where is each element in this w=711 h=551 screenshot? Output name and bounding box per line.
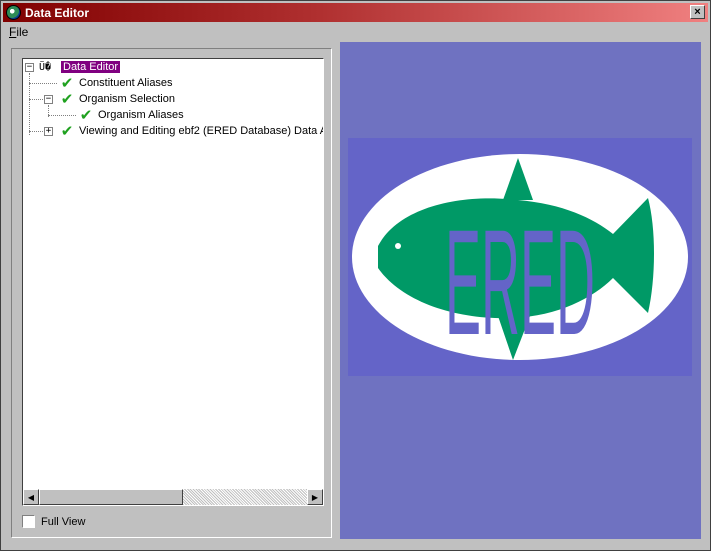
scroll-left-icon[interactable]: ◀	[23, 489, 39, 505]
viewing-editing-expander[interactable]: +	[44, 127, 53, 136]
ered-logo-graphic: ERED	[352, 154, 688, 366]
checkmark-icon: ✔	[60, 89, 74, 108]
ered-logo: ERED	[348, 138, 692, 376]
tree-node-organism-aliases[interactable]: ✔ Organism Aliases	[78, 107, 186, 123]
full-view-option[interactable]: Full View	[22, 515, 85, 528]
scroll-right-icon[interactable]: ▶	[307, 489, 323, 505]
logo-text: ERED	[445, 198, 595, 366]
menu-file[interactable]: File	[3, 25, 34, 39]
pencil-icon: Ü�	[39, 61, 52, 73]
title-bar[interactable]: Data Editor ×	[3, 3, 708, 22]
tree-node-label: Data Editor	[61, 61, 121, 73]
tree-node-label: Viewing and Editing ebf2 (ERED Database)…	[79, 125, 324, 137]
tree-node-label: Organism Selection	[79, 93, 175, 105]
tree-node-label: Constituent Aliases	[79, 77, 173, 89]
tree-view[interactable]: − Ü� Data Editor ✔ Constituent Aliases −…	[22, 58, 324, 506]
horizontal-scrollbar[interactable]: ◀ ▶	[23, 489, 323, 505]
tree-node-root[interactable]: Ü� Data Editor	[39, 59, 121, 75]
checkmark-icon: ✔	[60, 121, 74, 140]
checkmark-icon: ✔	[79, 105, 93, 124]
tree-node-label: Organism Aliases	[98, 109, 184, 121]
tree-connector	[29, 83, 57, 84]
checkmark-icon: ✔	[60, 73, 74, 92]
window-title: Data Editor	[25, 5, 90, 20]
close-button[interactable]: ×	[690, 5, 705, 19]
menu-bar: File	[3, 23, 708, 41]
menu-file-label: ile	[16, 25, 29, 39]
tree-node-constituent-aliases[interactable]: ✔ Constituent Aliases	[59, 75, 175, 91]
tree-node-organism-selection[interactable]: ✔ Organism Selection	[59, 91, 177, 107]
full-view-label: Full View	[41, 515, 86, 528]
full-view-checkbox[interactable]	[22, 515, 35, 528]
tree-node-viewing-editing[interactable]: ✔ Viewing and Editing ebf2 (ERED Databas…	[59, 121, 324, 140]
image-preview-panel: ERED	[340, 42, 701, 539]
fish-eye-icon	[395, 243, 401, 249]
tree-connector	[29, 99, 45, 100]
data-editor-window: Data Editor × File − Ü� Data Editor ✔ Co…	[0, 0, 711, 551]
root-expander[interactable]: −	[25, 63, 34, 72]
tree-connector	[29, 131, 45, 132]
organism-selection-expander[interactable]: −	[44, 95, 53, 104]
tree-content: − Ü� Data Editor ✔ Constituent Aliases −…	[23, 59, 323, 489]
app-icon	[6, 5, 21, 20]
left-panel: − Ü� Data Editor ✔ Constituent Aliases −…	[11, 48, 332, 538]
tree-connector	[48, 115, 76, 116]
scroll-thumb[interactable]	[39, 489, 183, 505]
